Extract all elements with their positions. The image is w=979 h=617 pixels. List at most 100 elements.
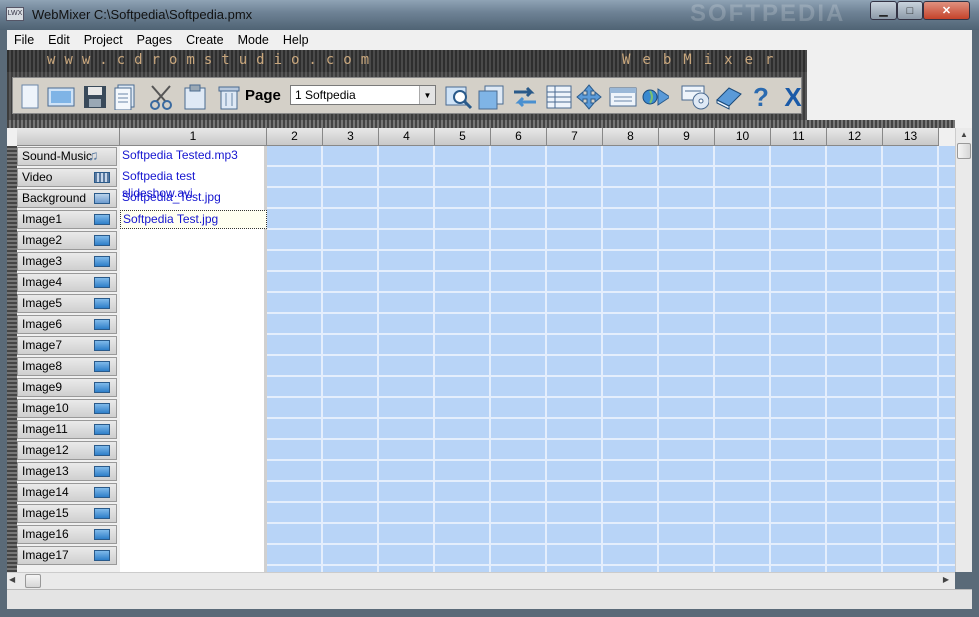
browser-play-icon[interactable]	[641, 83, 669, 111]
row-header[interactable]: Image17	[17, 546, 117, 565]
row-label: Sound-Music	[22, 149, 93, 163]
row-header[interactable]: Sound-Music ♫	[17, 147, 117, 166]
grid-cell[interactable]	[120, 525, 267, 544]
column-header[interactable]: 1	[120, 128, 267, 146]
grid-cell[interactable]	[120, 378, 267, 397]
table-icon[interactable]	[545, 83, 573, 111]
column-header[interactable]: 11	[771, 128, 827, 146]
vertical-scrollbar[interactable]: ▲	[955, 128, 972, 572]
row-header[interactable]: Video	[17, 168, 117, 187]
grid-cell[interactable]	[120, 462, 267, 481]
menu-edit[interactable]: Edit	[41, 33, 77, 47]
scroll-right-icon[interactable]: ▶	[943, 575, 949, 584]
column-header[interactable]: 8	[603, 128, 659, 146]
minimize-button[interactable]: ▁	[870, 1, 897, 20]
book-icon[interactable]	[715, 83, 743, 111]
banner-brand: WebMixer	[622, 52, 786, 68]
empty-cells-area[interactable]	[267, 146, 955, 572]
menu-create[interactable]: Create	[179, 33, 231, 47]
zoom-icon[interactable]	[445, 83, 473, 111]
row-header[interactable]: Image16	[17, 525, 117, 544]
grid-cell[interactable]	[120, 546, 267, 565]
page-label: Page	[245, 87, 281, 104]
vertical-scroll-thumb[interactable]	[957, 143, 971, 159]
row-header[interactable]: Image6	[17, 315, 117, 334]
menu-pages[interactable]: Pages	[130, 33, 179, 47]
row-header[interactable]: Image13	[17, 462, 117, 481]
column-header[interactable]: 13	[883, 128, 939, 146]
menu-help[interactable]: Help	[276, 33, 316, 47]
grid-cell[interactable]	[120, 294, 267, 313]
row-header[interactable]: Image4	[17, 273, 117, 292]
grid-cell[interactable]	[120, 420, 267, 439]
row-header[interactable]: Image1	[17, 210, 117, 229]
trash-icon[interactable]	[215, 83, 243, 111]
column-header[interactable]: 4	[379, 128, 435, 146]
row-header[interactable]: Image3	[17, 252, 117, 271]
menu-project[interactable]: Project	[77, 33, 130, 47]
maximize-button[interactable]: □	[897, 1, 923, 20]
row-label: Image13	[22, 464, 69, 478]
move-icon[interactable]	[575, 83, 603, 111]
horizontal-scroll-thumb[interactable]	[25, 574, 41, 588]
grid-cell[interactable]	[120, 273, 267, 292]
row-header[interactable]: Image15	[17, 504, 117, 523]
column-header[interactable]: 2	[267, 128, 323, 146]
menu-mode[interactable]: Mode	[231, 33, 276, 47]
row-header[interactable]: Image7	[17, 336, 117, 355]
grid-cell[interactable]	[120, 315, 267, 334]
grid-cell[interactable]	[120, 483, 267, 502]
column-header[interactable]: 12	[827, 128, 883, 146]
row-header[interactable]: Image5	[17, 294, 117, 313]
column-header[interactable]: 10	[715, 128, 771, 146]
image-icon	[94, 550, 110, 561]
row-header[interactable]: Background	[17, 189, 117, 208]
menu-file[interactable]: File	[7, 33, 41, 47]
grid-cell[interactable]	[120, 252, 267, 271]
save-icon[interactable]	[81, 83, 109, 111]
swap-icon[interactable]	[511, 83, 539, 111]
row-header[interactable]: Image14	[17, 483, 117, 502]
row-header[interactable]: Image8	[17, 357, 117, 376]
scroll-up-icon[interactable]: ▲	[956, 128, 972, 142]
image-icon	[94, 445, 110, 456]
grid-cell[interactable]	[120, 231, 267, 250]
column-header[interactable]: 5	[435, 128, 491, 146]
grid-cell[interactable]	[120, 504, 267, 523]
grid-cell[interactable]: Softpedia Test.jpg	[120, 210, 267, 229]
document-icon[interactable]	[111, 83, 139, 111]
column-header[interactable]: 6	[491, 128, 547, 146]
layout-icon[interactable]	[609, 83, 637, 111]
row-header[interactable]: Image11	[17, 420, 117, 439]
close-button[interactable]: ✕	[923, 1, 970, 20]
column-header[interactable]: 7	[547, 128, 603, 146]
copy-icon[interactable]	[477, 83, 505, 111]
row-header[interactable]: Image2	[17, 231, 117, 250]
row-label: Image1	[22, 212, 63, 226]
grid-cell[interactable]	[120, 399, 267, 418]
toolbar-panel: Page 1 Softpedia ▼ ? X	[12, 77, 802, 114]
cut-icon[interactable]	[147, 83, 175, 111]
scroll-left-icon[interactable]: ◀	[9, 575, 15, 584]
grid-cell[interactable]: Softpedia_Test.jpg	[120, 189, 267, 208]
grid-cell[interactable]	[120, 357, 267, 376]
column-header[interactable]: 9	[659, 128, 715, 146]
paste-icon[interactable]	[181, 83, 209, 111]
page-dropdown[interactable]: 1 Softpedia ▼	[290, 85, 436, 105]
chevron-down-icon[interactable]: ▼	[419, 86, 435, 104]
image-icon[interactable]	[47, 83, 75, 111]
new-page-icon[interactable]	[16, 83, 44, 111]
horizontal-scrollbar[interactable]: ◀ ▶	[7, 572, 955, 589]
cd-export-icon[interactable]	[681, 83, 709, 111]
grid-cell[interactable]: Softpedia Tested.mp3	[120, 147, 267, 166]
grid-cell[interactable]	[120, 441, 267, 460]
row-header[interactable]: Image9	[17, 378, 117, 397]
grid-cell[interactable]	[120, 336, 267, 355]
column-header[interactable]: 3	[323, 128, 379, 146]
help-icon[interactable]: ?	[747, 82, 775, 112]
row-header[interactable]: Image10	[17, 399, 117, 418]
row-label: Image5	[22, 296, 63, 310]
row-header[interactable]: Image12	[17, 441, 117, 460]
grid-cell[interactable]: Softpedia test slideshow.avi	[120, 168, 267, 200]
exit-icon[interactable]: X	[779, 82, 807, 112]
